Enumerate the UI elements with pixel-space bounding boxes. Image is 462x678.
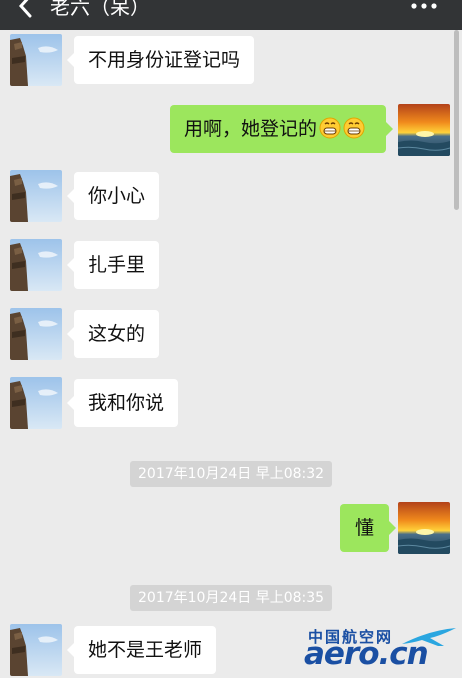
message-bubble-incoming[interactable]: 扎手里: [66, 241, 160, 289]
contact-avatar[interactable]: [10, 377, 62, 429]
contact-avatar[interactable]: [10, 624, 62, 676]
message-text: 用啊，她登记的: [184, 118, 318, 140]
message-text: 我和你说: [88, 392, 165, 414]
message-text: 这女的: [88, 323, 146, 345]
message-text: 她不是王老师: [88, 639, 203, 661]
message-bubble-outgoing[interactable]: 懂: [340, 504, 397, 552]
watermark: 中国航空网 aero.cn: [302, 624, 462, 678]
watermark-logo: aero.cn: [304, 636, 429, 672]
message-text: 懂: [355, 517, 375, 539]
message-timestamp: 2017年10月24日 早上08:32: [130, 461, 333, 487]
message-bubble-incoming[interactable]: 我和你说: [66, 379, 179, 427]
scrollbar[interactable]: [454, 30, 459, 210]
contact-avatar[interactable]: [10, 170, 62, 222]
more-dots-icon[interactable]: [410, 0, 438, 12]
message-bubble-incoming[interactable]: 这女的: [66, 310, 160, 358]
message-bubble-outgoing[interactable]: 用啊，她登记的: [170, 105, 393, 153]
message-bubble-incoming[interactable]: 不用身份证登记吗: [66, 36, 255, 84]
message-bubble-incoming[interactable]: 你小心: [66, 172, 160, 220]
chat-title[interactable]: 老六（呆）: [50, 0, 150, 20]
message-text: 不用身份证登记吗: [88, 49, 241, 71]
my-avatar[interactable]: [398, 502, 450, 554]
message-bubble-incoming[interactable]: 她不是王老师: [66, 626, 217, 674]
chat-header: 老六（呆）: [0, 0, 462, 30]
grin-emoji-icon: [343, 117, 365, 139]
contact-avatar[interactable]: [10, 34, 62, 86]
message-text: 你小心: [88, 185, 146, 207]
contact-avatar[interactable]: [10, 239, 62, 291]
message-timestamp: 2017年10月24日 早上08:35: [130, 585, 333, 611]
message-text: 扎手里: [88, 254, 146, 276]
grin-emoji-icon: [319, 117, 341, 139]
my-avatar[interactable]: [398, 104, 450, 156]
contact-avatar[interactable]: [10, 308, 62, 360]
chevron-left-icon[interactable]: [12, 0, 42, 24]
